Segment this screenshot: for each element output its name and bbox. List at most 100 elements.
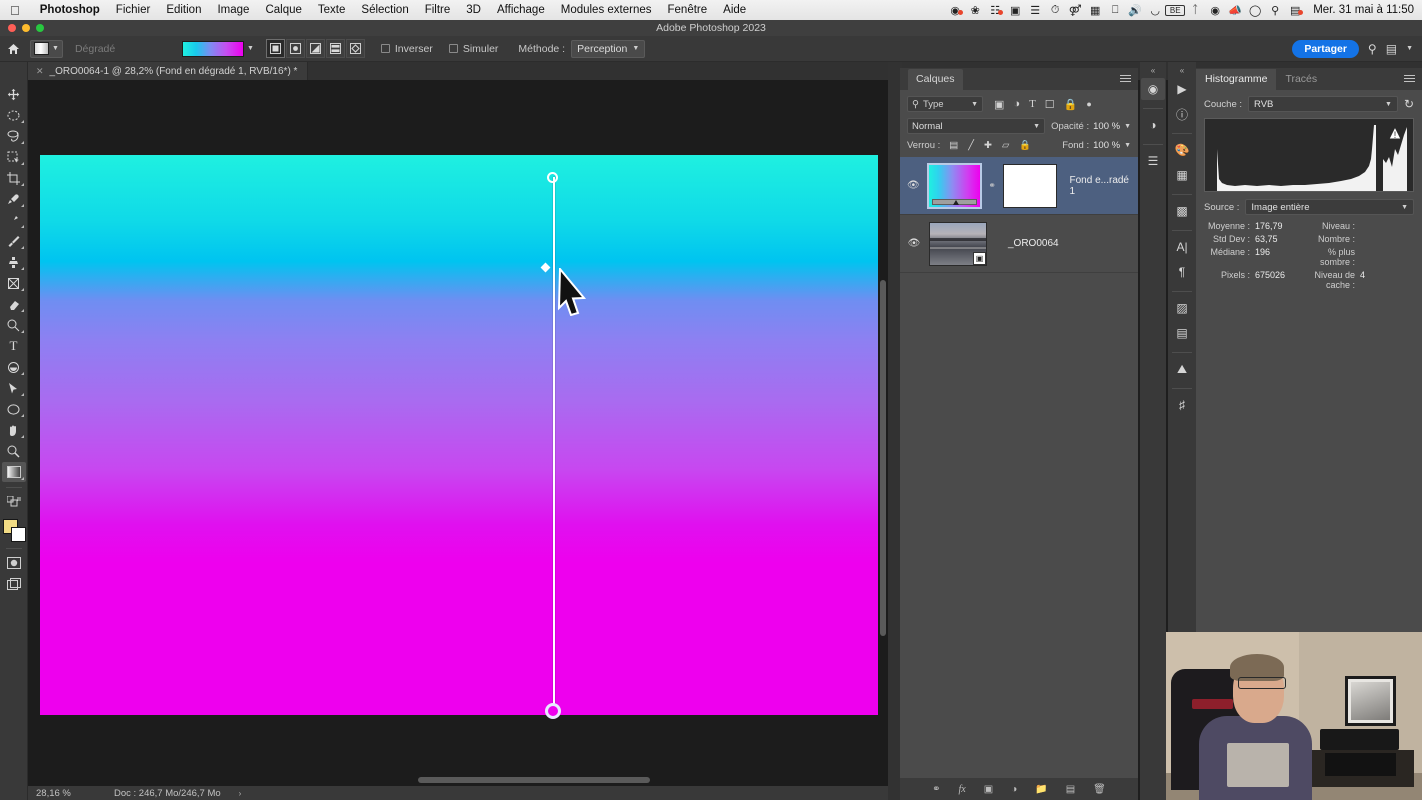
gradient-tool[interactable] [1,462,26,482]
swatches-icon[interactable]: 🎨 [1170,139,1194,161]
megaphone-icon[interactable]: 📣 [1225,4,1245,17]
zoom-tool[interactable] [2,441,26,461]
menu-item-aide[interactable]: Aide [715,4,754,16]
patterns-grid-icon[interactable]: ▦ [1170,164,1194,186]
chevron-down-icon[interactable]: ▼ [1406,45,1413,52]
menu-item-fenetre[interactable]: Fenêtre [660,4,716,16]
layer-thumbnail[interactable] [926,162,983,209]
background-color-swatch[interactable] [10,527,26,542]
diamond-gradient-button[interactable] [345,39,365,58]
chevron-down-icon[interactable]: ▼ [247,45,254,52]
linear-gradient-button[interactable] [265,39,285,58]
gradient-tool-icon[interactable] [2,315,26,335]
status-bar-menu-icon[interactable]: › [221,789,242,798]
binoculars-icon[interactable]: ⚤ [1065,4,1085,17]
libraries-play-icon[interactable]: ▶ [1170,78,1194,100]
blend-mode-select[interactable]: Normal ▼ [907,118,1046,134]
adjustment-layer-icon[interactable]: ◑ [1011,784,1017,795]
wifi-icon[interactable]: ◯ [1245,4,1265,17]
display-icon[interactable]: ⎕ [1105,4,1125,17]
headphones-icon[interactable]: ◡ [1145,4,1165,17]
gradients-icon[interactable]: ⛰ [1170,358,1194,380]
zoom-level[interactable]: 28,16 % [28,788,84,799]
dither-checkbox[interactable]: Simuler [448,43,498,55]
menu-item-photoshop[interactable]: Photoshop [32,4,108,16]
location-icon[interactable]: ◉ [1205,4,1225,17]
screen-record-icon[interactable]: ◉ [945,4,965,17]
smart-object-filter-icon[interactable]: 🔒 [1064,98,1078,111]
delete-layer-icon[interactable]: 🗑 [1093,784,1106,795]
table-row[interactable]: 👁 ⚭ Fond e...radé 1 [900,157,1138,215]
panel-menu-icon[interactable] [1120,75,1131,84]
menu-item-edition[interactable]: Edition [158,4,209,16]
refresh-icon[interactable]: ↻ [1404,97,1414,111]
artboard[interactable] [40,155,878,719]
move-tool[interactable] [2,84,26,104]
butterfly-icon[interactable]: ❀ [965,4,985,17]
tab-calques[interactable]: Calques [908,68,963,90]
link-icon[interactable]: ⚭ [988,180,996,191]
adjustment-filter-icon[interactable]: ◑ [1013,98,1020,110]
properties-icon[interactable]: ▨ [1170,297,1194,319]
path-selection-tool[interactable] [2,378,26,398]
actions-icon[interactable]: ▩ [1170,200,1194,222]
workspace-icon[interactable]: ▤ [1386,42,1397,56]
new-layer-icon[interactable]: ▤ [1066,784,1075,795]
shape-tool[interactable] [2,399,26,419]
sliders-icon[interactable]: ☰ [1141,150,1165,172]
character-icon[interactable]: A| [1170,236,1194,258]
channel-select[interactable]: RVB ▼ [1248,96,1398,112]
notes-icon[interactable]: ▤ [1170,322,1194,344]
filter-toggle-icon[interactable]: ● [1086,99,1091,109]
menu-item-texte[interactable]: Texte [310,4,354,16]
apple-logo-icon[interactable]:  [0,4,32,17]
lock-all-icon[interactable]: 🔒 [1019,140,1031,151]
menu-item-selection[interactable]: Sélection [353,4,416,16]
layer-filter-select[interactable]: ⚲ Type ▼ [907,96,983,112]
gradient-midpoint-handle[interactable] [540,262,551,273]
chevron-down-icon[interactable]: ▼ [1124,142,1131,149]
color-swatches[interactable] [2,518,26,544]
menu-bar-clock[interactable]: Mer. 31 mai à 11:50 [1313,4,1414,16]
document-tab[interactable]: ✕ _ORO0064-1 @ 28,2% (Fond en dégradé 1,… [28,62,309,80]
menu-item-filtre[interactable]: Filtre [417,4,459,16]
type-filter-icon[interactable]: T [1029,98,1036,110]
menu-item-image[interactable]: Image [209,4,257,16]
object-selection-tool[interactable] [2,147,26,167]
canvas-horizontal-scrollbar[interactable] [418,777,650,783]
eraser-tool[interactable] [2,294,26,314]
fill-value[interactable]: 100 % [1093,140,1120,151]
menu-item-affichage[interactable]: Affichage [489,4,553,16]
lock-position-icon[interactable]: ✚ [984,140,992,151]
lock-artboard-icon[interactable]: ▱ [1002,140,1009,151]
table-row[interactable]: 👁 ▣ _ORO0064 [900,215,1138,273]
crop-tool[interactable] [2,168,26,188]
invert-checkbox[interactable]: Inverser [380,43,433,55]
shape-filter-icon[interactable]: ☐ [1045,98,1055,111]
collapse-panels-icon[interactable]: « [1180,66,1184,75]
lock-transparent-icon[interactable]: ▤ [949,140,958,151]
collapse-panels-icon[interactable]: « [1151,66,1155,75]
volume-icon[interactable]: 🔊 [1125,4,1145,17]
opacity-value[interactable]: 100 % [1093,121,1120,132]
share-button[interactable]: Partager [1292,39,1359,58]
layer-visibility-icon[interactable]: 👁 [906,180,921,191]
type-tool[interactable]: T [2,336,26,356]
gradient-picker[interactable]: ▼ [181,40,254,57]
eyedropper-tool[interactable] [2,189,26,209]
invert-checkbox-box[interactable] [380,44,390,53]
quick-mask-icon[interactable] [2,553,26,573]
home-icon[interactable] [0,43,26,55]
clock-icon[interactable]: ⏱ [1045,4,1065,17]
angle-gradient-button[interactable] [305,39,325,58]
screen-mode-icon[interactable] [2,574,26,594]
lock-image-icon[interactable]: ╱ [968,140,974,151]
hand-tool[interactable] [2,420,26,440]
layer-style-fx-icon[interactable]: fx [959,784,966,795]
blur-tool[interactable] [2,357,26,377]
styles-icon[interactable]: ♯ [1170,394,1194,416]
opacity-control[interactable]: Opacité : 100 % ▼ [1051,121,1131,132]
dither-checkbox-box[interactable] [448,44,458,53]
reflected-gradient-button[interactable] [325,39,345,58]
add-mask-icon[interactable]: ▣ [984,784,993,795]
